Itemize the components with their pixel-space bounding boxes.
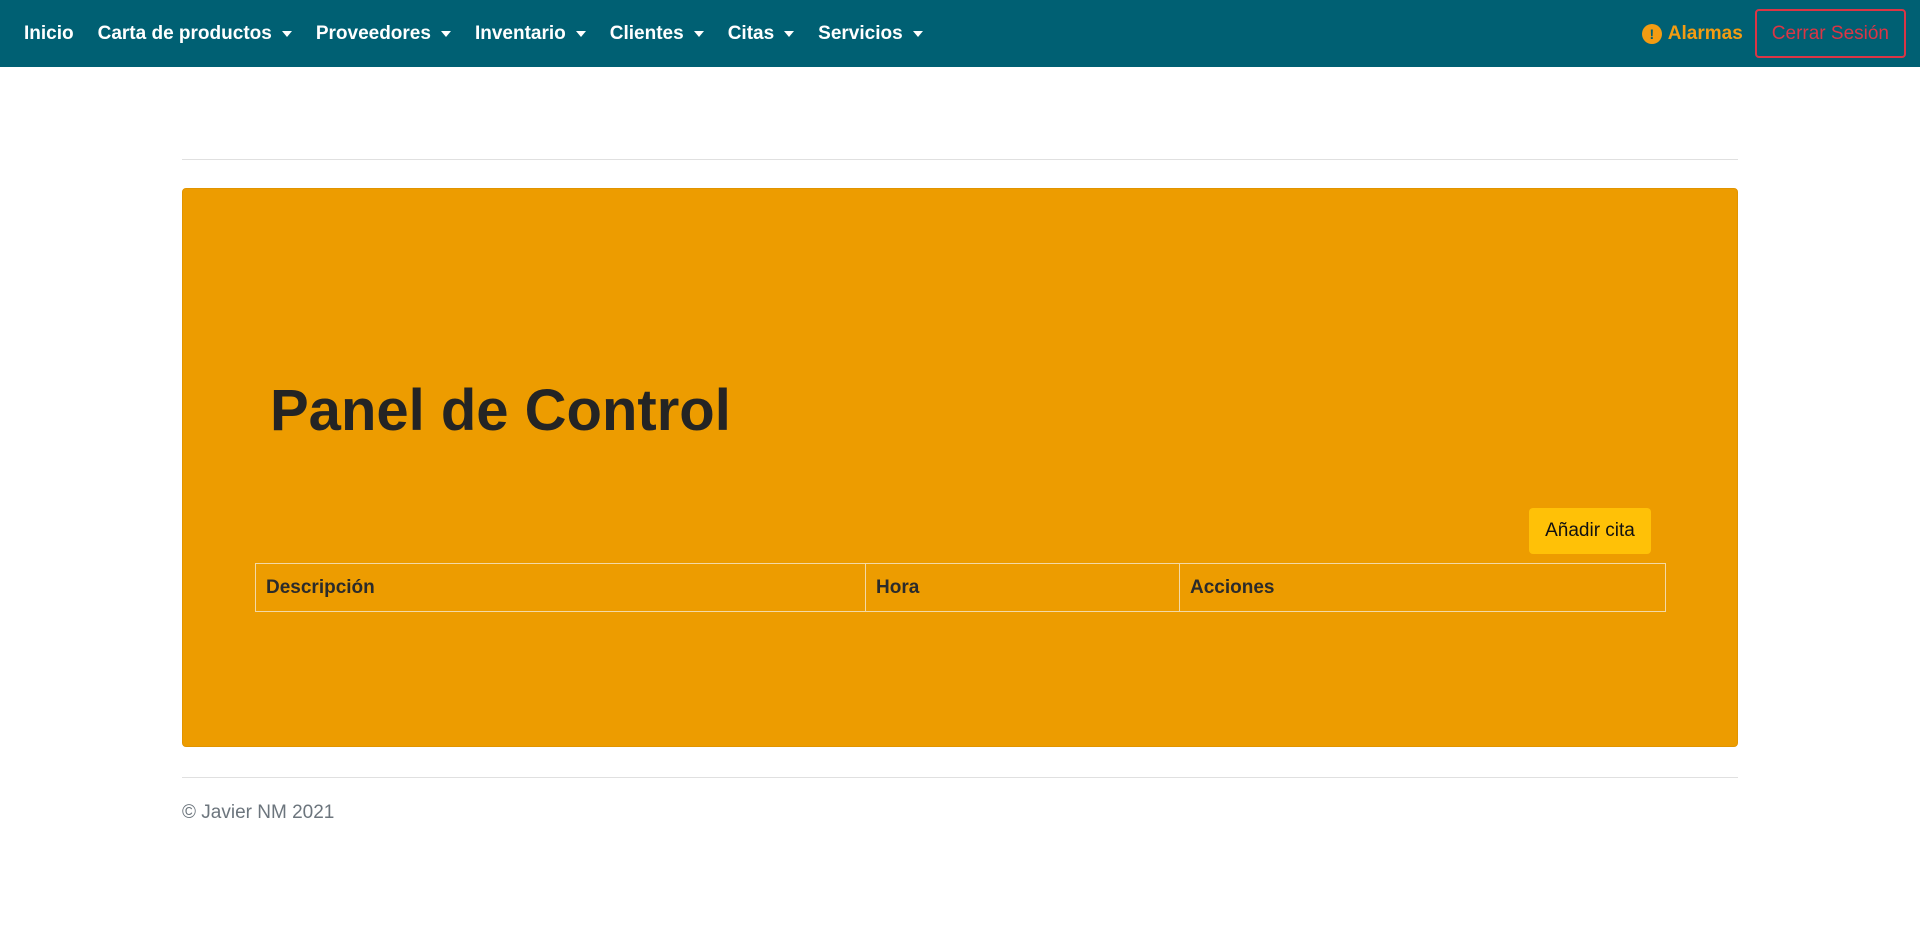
nav-item-label: Clientes	[609, 22, 684, 44]
nav-item-clientes[interactable]: Clientes	[598, 0, 716, 67]
nav-item-citas[interactable]: Citas	[716, 0, 806, 67]
nav-item-label: Citas	[727, 22, 775, 44]
alarms-link[interactable]: ! Alarmas	[1641, 22, 1743, 45]
nav-menu: Inicio Carta de productos Proveedores In…	[0, 0, 935, 67]
nav-item-label: Inventario	[474, 22, 566, 44]
nav-actions: ! Alarmas Cerrar Sesión	[1641, 0, 1906, 67]
footer-copyright: © Javier NM 2021	[182, 802, 335, 823]
top-divider	[182, 159, 1738, 160]
nav-item-label: Servicios	[818, 22, 903, 44]
nav-item-carta-de-productos[interactable]: Carta de productos	[86, 0, 304, 67]
nav-item-label: Proveedores	[315, 22, 431, 44]
nav-item-inventario[interactable]: Inventario	[463, 0, 598, 67]
add-appointment-button[interactable]: Añadir cita	[1529, 508, 1651, 554]
top-navbar: Inicio Carta de productos Proveedores In…	[0, 0, 1920, 67]
column-header-actions: Acciones	[1190, 576, 1275, 598]
alert-circle-icon: !	[1641, 23, 1662, 44]
chevron-down-icon	[281, 30, 292, 37]
appointments-table-header: Descripción Hora Acciones	[255, 563, 1666, 612]
control-panel: Panel de Control Añadir cita Descripción…	[182, 188, 1738, 747]
chevron-down-icon	[693, 30, 704, 37]
nav-item-proveedores[interactable]: Proveedores	[304, 0, 463, 67]
nav-item-label: Carta de productos	[97, 22, 272, 44]
chevron-down-icon	[784, 30, 795, 37]
page-title: Panel de Control	[270, 378, 731, 443]
nav-item-inicio[interactable]: Inicio	[12, 0, 86, 67]
nav-item-servicios[interactable]: Servicios	[806, 0, 935, 67]
column-header-time: Hora	[866, 564, 1180, 611]
alarms-label: Alarmas	[1667, 22, 1743, 44]
column-header-description: Descripción	[256, 564, 866, 611]
logout-button[interactable]: Cerrar Sesión	[1754, 9, 1906, 58]
nav-item-label: Inicio	[24, 22, 74, 44]
chevron-down-icon	[575, 30, 586, 37]
chevron-down-icon	[440, 30, 451, 37]
bottom-divider	[182, 777, 1738, 778]
chevron-down-icon	[912, 30, 923, 37]
